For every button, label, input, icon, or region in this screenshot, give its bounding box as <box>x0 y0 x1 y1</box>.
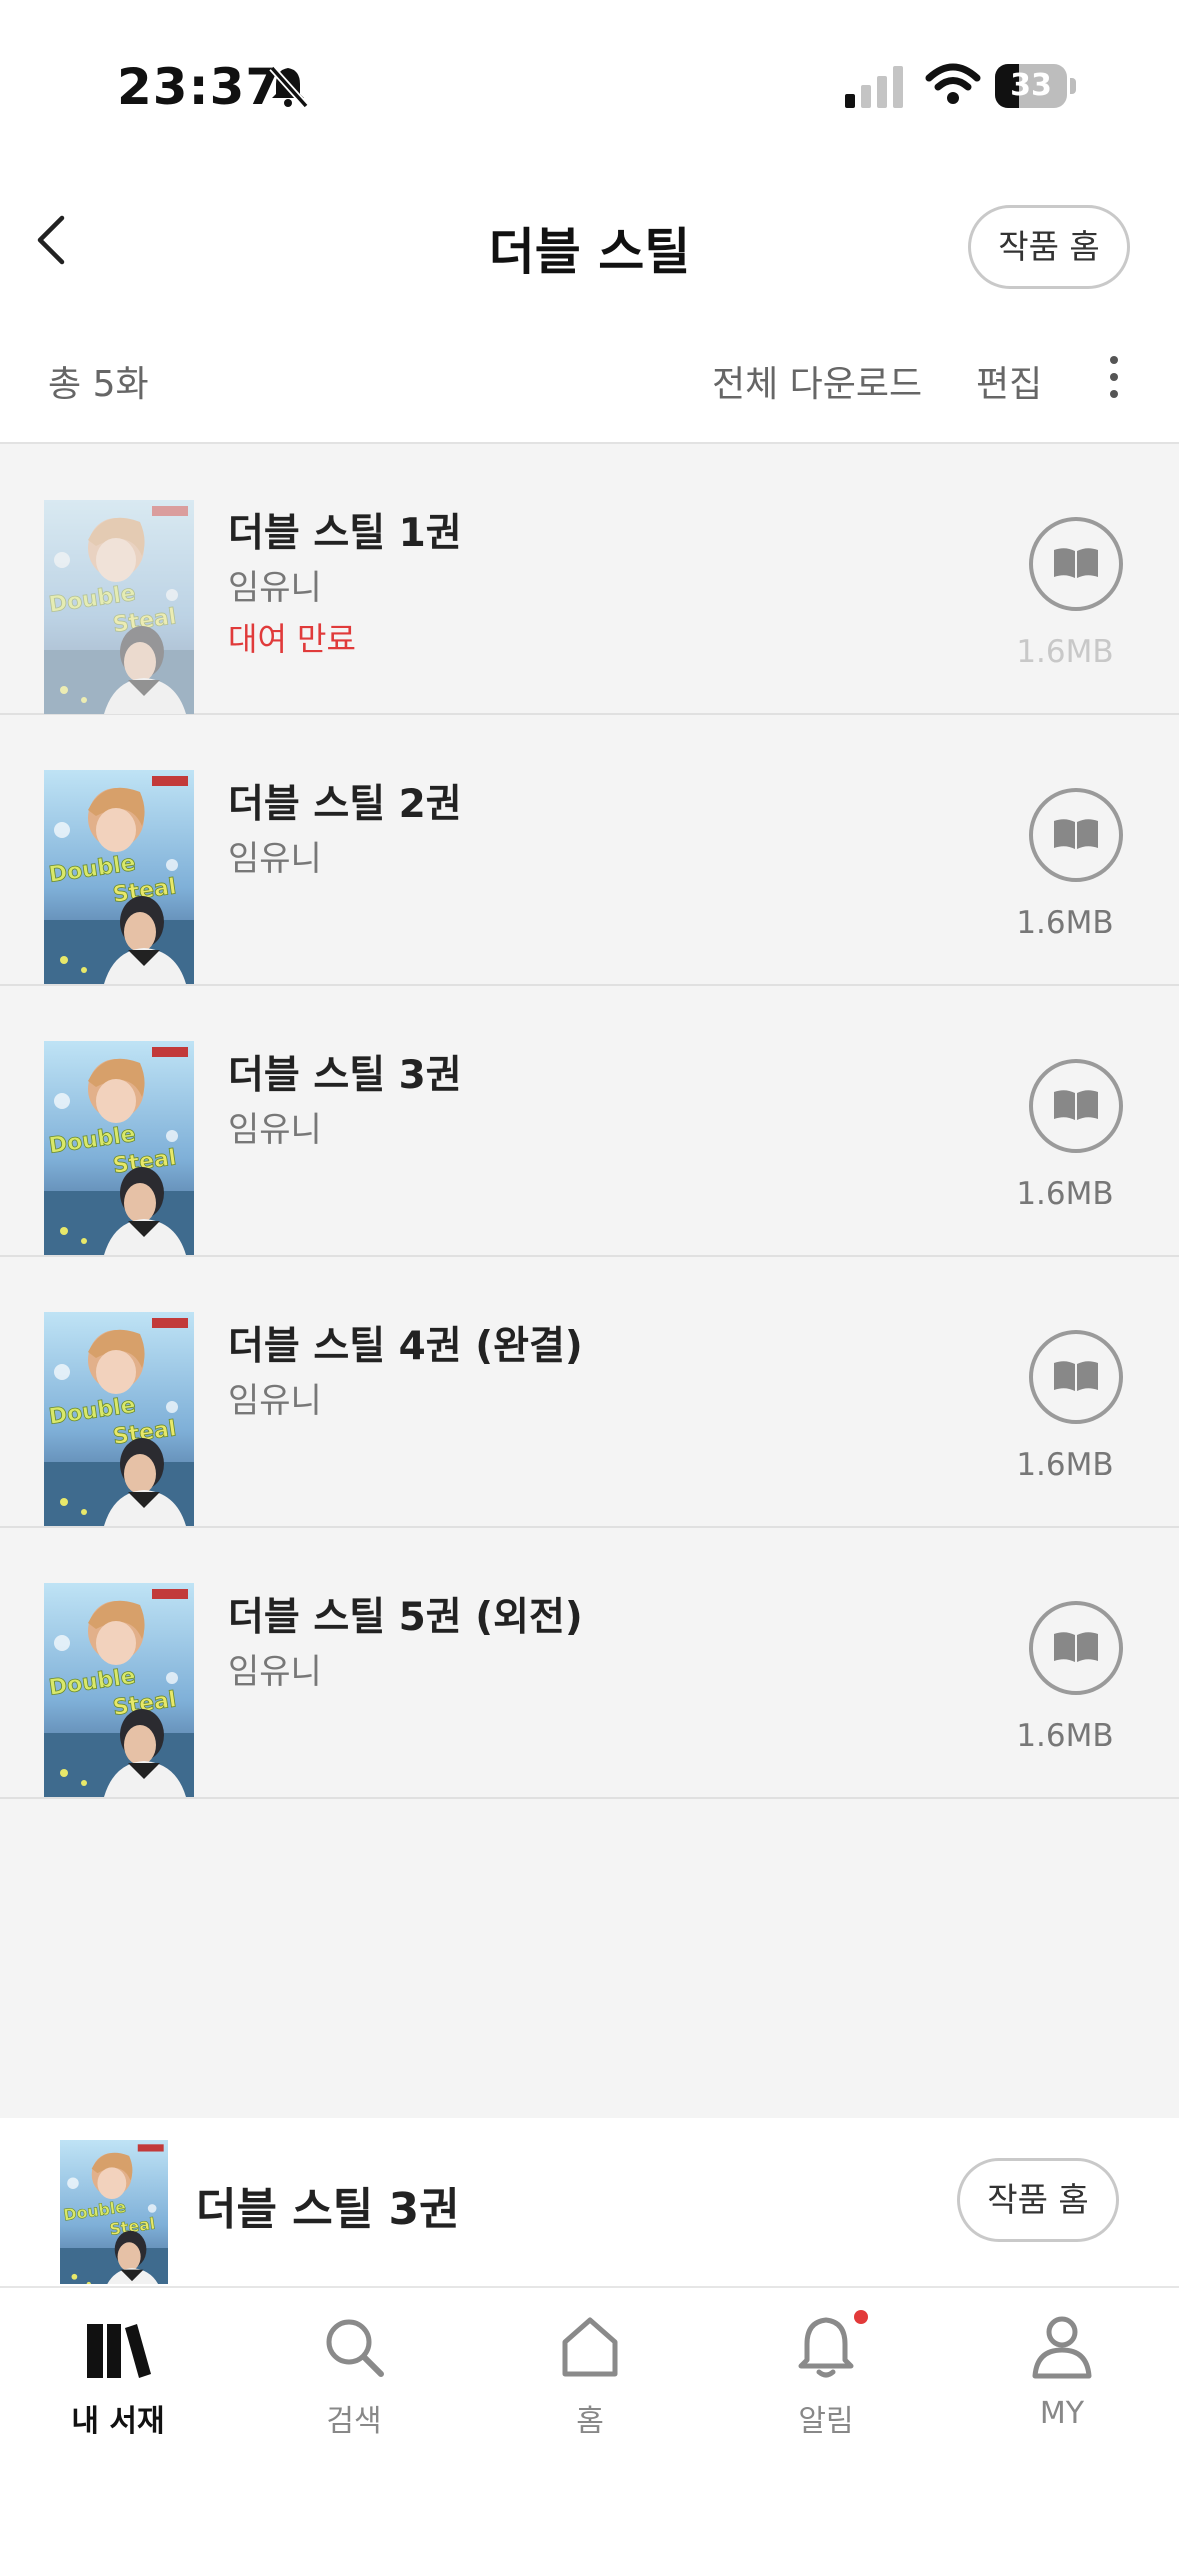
home-icon <box>562 2317 618 2377</box>
read-book-icon[interactable] <box>1028 1600 1124 1696</box>
status-time: 23:37 <box>117 58 282 116</box>
episode-title: 더블 스틸 3권 <box>228 1053 462 1098</box>
episode-author: 임유니 <box>228 1652 322 1692</box>
battery-indicator: 33 <box>995 64 1077 108</box>
episode-title: 더블 스틸 5권 (외전) <box>228 1595 583 1640</box>
work-home-button[interactable]: 작품 홈 <box>957 2158 1119 2242</box>
notification-badge <box>854 2310 868 2324</box>
battery-percent: 33 <box>1010 68 1052 103</box>
tab-label: 검색 <box>326 2404 382 2439</box>
episode-author: 임유니 <box>228 1381 322 1421</box>
read-book-icon[interactable] <box>1028 516 1124 612</box>
book-cover <box>44 770 194 984</box>
tab-home[interactable]: 홈 <box>472 2288 708 2488</box>
cellular-signal-icon <box>845 66 903 108</box>
now-reading-title: 더블 스틸 3권 <box>196 2184 460 2235</box>
tab-my[interactable]: MY <box>944 2288 1179 2488</box>
list-item[interactable]: 더블 스틸 4권 (완결) 임유니 1.6MB <box>0 1257 1179 1528</box>
work-home-button[interactable]: 작품 홈 <box>968 205 1130 289</box>
file-size: 1.6MB <box>1016 1447 1114 1483</box>
tab-label: 내 서재 <box>71 2404 165 2439</box>
list-item[interactable]: 더블 스틸 1권 임유니 대여 만료 1.6MB <box>0 444 1179 715</box>
edit-button[interactable]: 편집 <box>976 355 1042 407</box>
list-item[interactable]: 더블 스틸 2권 임유니 1.6MB <box>0 715 1179 986</box>
book-cover <box>44 1041 194 1255</box>
list-item[interactable]: 더블 스틸 5권 (외전) 임유니 1.6MB <box>0 1528 1179 1799</box>
episode-author: 임유니 <box>228 1110 322 1150</box>
silent-bell-icon <box>266 64 310 112</box>
search-icon <box>326 2319 384 2377</box>
tab-notifications[interactable]: 알림 <box>708 2288 944 2488</box>
episode-count: 총 5화 <box>48 364 149 405</box>
episode-title: 더블 스틸 1권 <box>228 511 462 556</box>
wifi-icon <box>925 63 981 104</box>
now-reading-bar[interactable]: 더블 스틸 3권 작품 홈 <box>0 2118 1179 2286</box>
tab-label: 알림 <box>798 2404 854 2439</box>
episode-title: 더블 스틸 2권 <box>228 782 462 827</box>
episode-author: 임유니 <box>228 568 322 608</box>
read-book-icon[interactable] <box>1028 787 1124 883</box>
more-options-icon[interactable] <box>1094 352 1134 402</box>
file-size: 1.6MB <box>1016 905 1114 941</box>
tab-search[interactable]: 검색 <box>236 2288 472 2488</box>
list-item[interactable]: 더블 스틸 3권 임유니 1.6MB <box>0 986 1179 1257</box>
book-cover <box>44 1583 194 1797</box>
read-book-icon[interactable] <box>1028 1329 1124 1425</box>
file-size: 1.6MB <box>1016 1176 1114 1212</box>
profile-icon <box>1032 2316 1092 2379</box>
tab-library[interactable]: 내 서재 <box>0 2288 236 2488</box>
bell-icon <box>798 2317 854 2378</box>
library-icon <box>87 2324 151 2378</box>
read-book-icon[interactable] <box>1028 1058 1124 1154</box>
episode-author: 임유니 <box>228 839 322 879</box>
book-cover <box>44 500 194 714</box>
book-cover <box>44 1312 194 1526</box>
file-size: 1.6MB <box>1016 1718 1114 1754</box>
rental-expired-label: 대여 만료 <box>228 620 356 658</box>
download-all-button[interactable]: 전체 다운로드 <box>712 355 922 407</box>
bottom-tab-bar: 내 서재 검색 홈 알림 MY <box>0 2286 1179 2556</box>
tab-label: MY <box>1039 2396 1085 2431</box>
tab-label: 홈 <box>576 2404 604 2439</box>
file-size: 1.6MB <box>1016 634 1114 670</box>
episode-title: 더블 스틸 4권 (완결) <box>228 1324 583 1369</box>
book-cover-thumbnail <box>60 2140 168 2284</box>
